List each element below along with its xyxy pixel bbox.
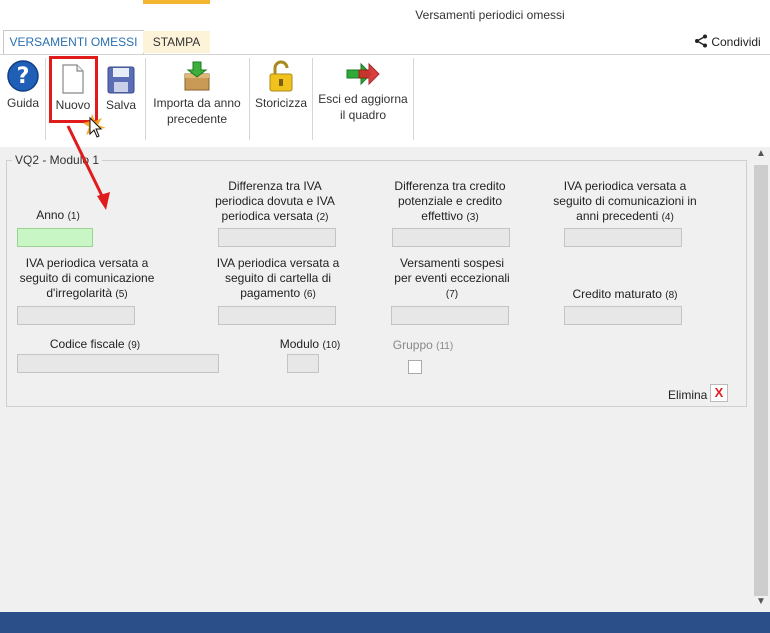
cursor-click-icon [83,114,106,138]
status-bar [0,612,770,633]
annotation-arrow [66,125,110,210]
